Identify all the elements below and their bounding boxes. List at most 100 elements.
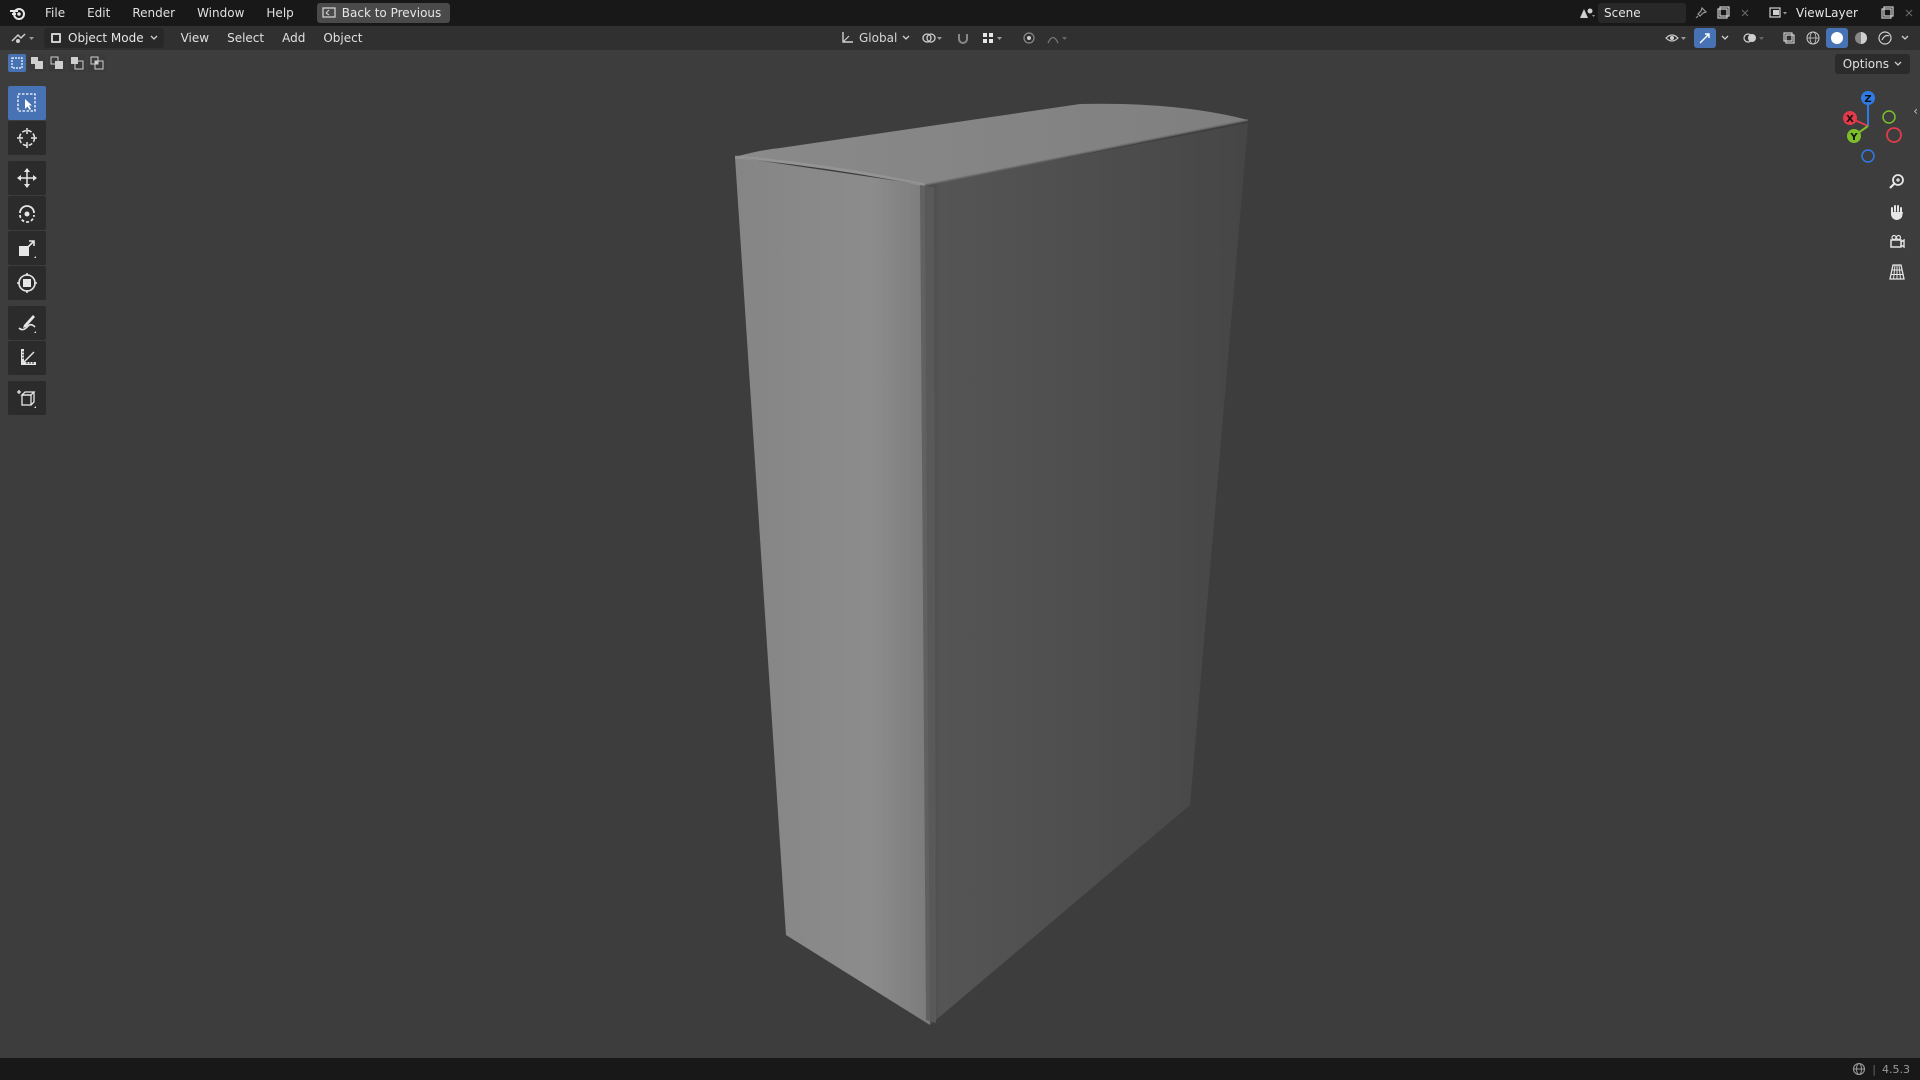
scene-selector-icon[interactable] (1576, 3, 1598, 23)
tool-shelf (8, 86, 48, 421)
xray-toggle-icon[interactable] (1778, 28, 1800, 48)
pin-scene-icon[interactable] (1690, 3, 1712, 23)
view-layer-selector-icon[interactable] (1768, 3, 1790, 23)
transform-tool[interactable] (8, 266, 46, 300)
back-to-previous-label: Back to Previous (341, 6, 442, 20)
view-layer-field[interactable]: ViewLayer (1790, 3, 1872, 23)
shading-solid-icon[interactable] (1826, 28, 1848, 48)
mode-dropdown[interactable]: Object Mode (44, 28, 164, 48)
chevron-down-icon (150, 35, 158, 40)
chevron-down-icon (902, 35, 910, 40)
transform-icon (17, 273, 37, 293)
shading-rendered-icon[interactable] (1874, 28, 1896, 48)
editor-type-icon[interactable] (8, 28, 38, 48)
measure-tool[interactable] (8, 341, 46, 375)
status-bar: | 4.5.3 (0, 1058, 1920, 1080)
snap-toggle-icon[interactable] (952, 28, 974, 48)
gizmo-y-label: Y (1849, 132, 1858, 143)
proportional-falloff-icon[interactable] (1044, 28, 1074, 48)
menu-help[interactable]: Help (255, 0, 304, 26)
options-label: Options (1842, 57, 1889, 71)
select-mode-subtract-icon[interactable] (48, 54, 66, 72)
viewport-gizmos-icon[interactable] (1694, 28, 1716, 48)
pivot-point-icon[interactable] (918, 28, 948, 48)
object-mode-icon (51, 33, 61, 43)
gizmo-z-label: Z (1864, 94, 1871, 105)
zoom-view-button[interactable] (1882, 168, 1912, 196)
navigation-gizmo[interactable]: Z X Y (1832, 86, 1912, 170)
rotate-tool[interactable] (8, 196, 46, 230)
overlays-icon[interactable] (1740, 28, 1770, 48)
header-menu-object[interactable]: Object (314, 31, 371, 45)
header-menu-view[interactable]: View (172, 31, 218, 45)
select-mode-invert-icon[interactable] (68, 54, 86, 72)
select-box-tool[interactable] (8, 86, 46, 120)
gizmos-dropdown-icon[interactable] (1718, 28, 1732, 48)
shading-material-icon[interactable] (1850, 28, 1872, 48)
version-info: | 4.5.3 (1852, 1062, 1910, 1076)
measure-icon (21, 349, 36, 365)
new-scene-icon[interactable] (1712, 3, 1734, 23)
camera-icon (1890, 234, 1905, 249)
new-view-layer-icon[interactable] (1876, 3, 1898, 23)
proportional-editing-icon[interactable] (1018, 28, 1040, 48)
back-to-previous-button[interactable]: Back to Previous (316, 3, 451, 23)
menu-render[interactable]: Render (121, 0, 186, 26)
scale-tool[interactable] (8, 231, 46, 265)
perspective-toggle-button[interactable] (1882, 258, 1912, 286)
box-right-face[interactable] (925, 123, 1248, 1025)
version-number: 4.5.3 (1882, 1062, 1910, 1076)
orientation-axes-icon (842, 32, 853, 43)
chevron-down-icon (1894, 61, 1902, 66)
camera-view-button[interactable] (1882, 228, 1912, 256)
annotate-icon (18, 315, 36, 333)
menu-file[interactable]: File (34, 0, 76, 26)
annotate-tool[interactable] (8, 306, 46, 340)
rotate-icon (19, 205, 35, 223)
shading-wireframe-icon[interactable] (1802, 28, 1824, 48)
blender-logo-icon[interactable] (8, 3, 28, 23)
move-icon (17, 168, 37, 188)
mode-label: Object Mode (68, 31, 144, 45)
delete-scene-icon[interactable] (1734, 3, 1756, 23)
add-cube-tool[interactable] (8, 381, 46, 415)
select-mode-new-icon[interactable] (8, 54, 26, 72)
hand-icon (1891, 205, 1903, 220)
transform-orientation-label: Global (859, 31, 898, 45)
select-mode-intersect-icon[interactable] (88, 54, 106, 72)
box-left-face[interactable] (735, 157, 930, 1025)
gizmo-neg-y-axis[interactable] (1882, 110, 1896, 124)
viewport-options-dropdown[interactable]: Options (1834, 54, 1910, 74)
scene-name-field[interactable]: Scene (1598, 3, 1686, 23)
header-menu-select[interactable]: Select (218, 31, 273, 45)
magnifier-icon (1889, 174, 1904, 189)
scale-icon (19, 240, 36, 258)
pan-view-button[interactable] (1882, 198, 1912, 226)
cursor-tool[interactable] (8, 121, 46, 155)
scene-name: Scene (1604, 6, 1641, 20)
view-layer-name: ViewLayer (1796, 6, 1858, 20)
add-cube-icon (17, 390, 36, 408)
gizmo-neg-x-axis[interactable] (1886, 127, 1902, 143)
sidebar-expand-icon[interactable]: ‹ (1913, 104, 1918, 118)
delete-view-layer-icon[interactable] (1898, 3, 1920, 23)
gizmo-neg-z-axis[interactable] (1861, 149, 1875, 163)
top-menu-bar: File Edit Render Window Help Back to Pre… (0, 0, 1920, 26)
select-box-icon (17, 93, 36, 112)
viewport-header: Object Mode View Select Add Object Globa… (0, 26, 1920, 50)
gizmo-x-label: X (1846, 114, 1854, 125)
move-tool[interactable] (8, 161, 46, 195)
shading-dropdown-icon[interactable] (1898, 28, 1912, 48)
header-menu-add[interactable]: Add (273, 31, 314, 45)
transform-orientation-dropdown[interactable]: Global (836, 31, 914, 45)
menu-window[interactable]: Window (186, 0, 255, 26)
cursor-icon (17, 128, 37, 148)
select-mode-extend-icon[interactable] (28, 54, 46, 72)
screen-back-icon (322, 7, 336, 18)
snap-target-icon[interactable] (978, 28, 1008, 48)
3d-viewport[interactable] (0, 50, 1920, 1058)
selection-mode-buttons (8, 54, 106, 74)
network-globe-icon (1853, 1062, 1866, 1076)
menu-edit[interactable]: Edit (76, 0, 121, 26)
object-visibility-icon[interactable] (1662, 28, 1692, 48)
